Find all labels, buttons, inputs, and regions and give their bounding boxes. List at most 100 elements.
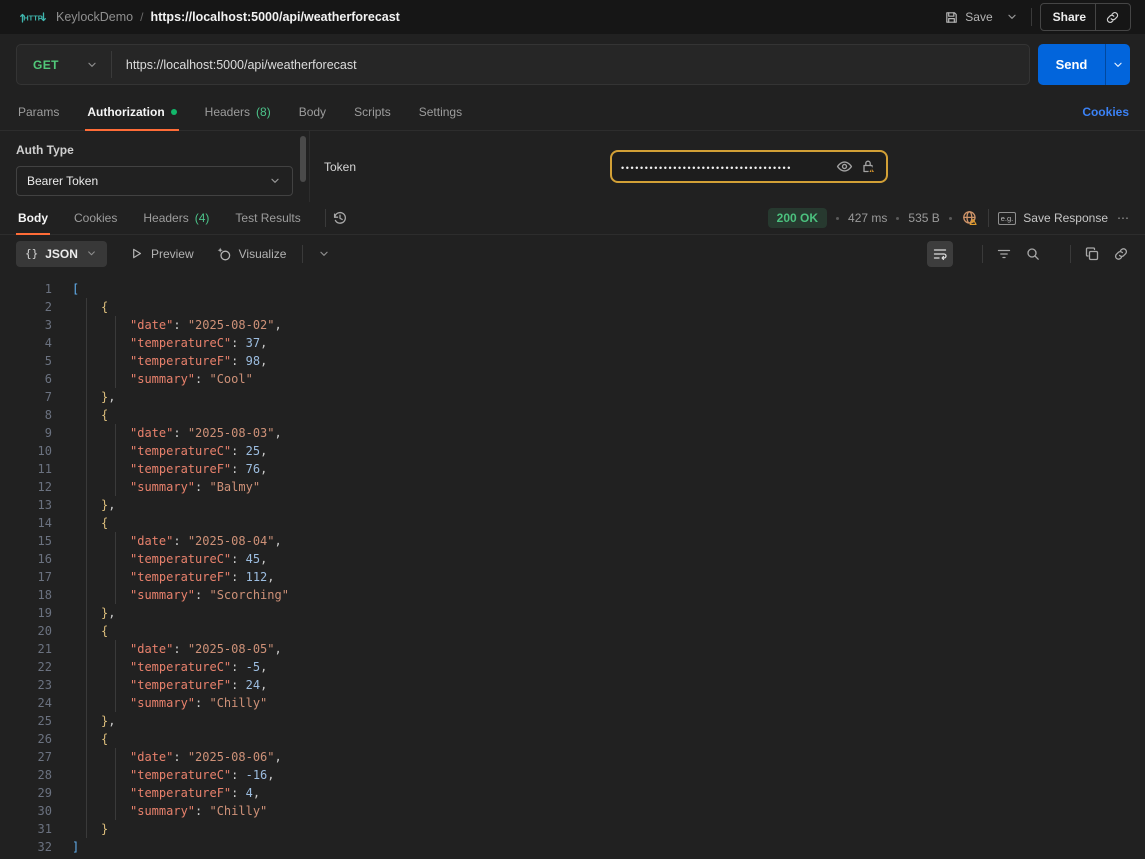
tab-params[interactable]: Params: [16, 94, 61, 130]
response-history-icon[interactable]: [332, 210, 348, 226]
token-num: -5: [246, 658, 260, 676]
line-number: 26: [18, 730, 52, 748]
send-options-button[interactable]: [1105, 44, 1130, 85]
token-key: "temperatureF": [130, 460, 231, 478]
tab-response-cookies[interactable]: Cookies: [72, 202, 119, 234]
visualize-icon: [216, 246, 232, 262]
token-input[interactable]: ••••••••••••••••••••••••••••••••••••: [610, 150, 888, 183]
token-pun: :: [195, 802, 209, 820]
response-body-viewer[interactable]: 1[2{3"date": "2025-08-02",4"temperatureC…: [0, 272, 1145, 856]
request-title[interactable]: https://localhost:5000/api/weatherforeca…: [150, 10, 399, 24]
tab-settings[interactable]: Settings: [417, 94, 464, 130]
headers-count: (8): [256, 105, 271, 119]
save-options-chevron[interactable]: [1001, 8, 1023, 26]
line-number: 20: [18, 622, 52, 640]
token-str: "2025-08-04": [188, 532, 275, 550]
indent-guide: [101, 694, 130, 712]
send-button[interactable]: Send: [1038, 44, 1105, 85]
code-line: 17"temperatureF": 112,: [18, 568, 1145, 586]
response-size[interactable]: 535 B: [908, 211, 939, 225]
status-badge[interactable]: 200 OK: [768, 208, 827, 228]
wrap-text-button[interactable]: [927, 241, 953, 267]
indent-guide: [72, 622, 101, 640]
token-pun: ,: [253, 784, 260, 802]
save-button[interactable]: Save: [944, 10, 992, 25]
indent-guide: [72, 514, 101, 532]
request-tabs: Params Authorization Headers (8) Body Sc…: [0, 94, 1145, 131]
search-icon[interactable]: [1025, 246, 1041, 262]
toolbar-icons-divider: [1070, 245, 1071, 263]
indent-guide: [101, 478, 130, 496]
more-options-icon[interactable]: ⋯: [1117, 211, 1129, 225]
line-number: 12: [18, 478, 52, 496]
token-pun: ,: [275, 748, 282, 766]
token-b2: {: [101, 406, 108, 424]
indent-guide: [72, 730, 101, 748]
indent-guide: [72, 388, 101, 406]
token-key: "temperatureF": [130, 676, 231, 694]
token-pun: :: [231, 766, 245, 784]
indent-guide: [101, 460, 130, 478]
indent-guide: [101, 766, 130, 784]
indent-guide: [101, 550, 130, 568]
indent-guide: [101, 784, 130, 802]
copy-icon[interactable]: [1084, 246, 1100, 262]
line-number: 7: [18, 388, 52, 406]
code-line: 32]: [18, 838, 1145, 856]
toolbar-icons-divider: [982, 245, 983, 263]
token-pun: :: [173, 532, 187, 550]
indent-guide: [72, 496, 101, 514]
tab-response-headers[interactable]: Headers (4): [141, 202, 211, 234]
response-time[interactable]: 427 ms: [848, 211, 887, 225]
indent-guide: [72, 802, 101, 820]
save-response-button[interactable]: e.g. Save Response: [998, 211, 1108, 225]
token-pun: :: [231, 442, 245, 460]
show-token-eye-icon[interactable]: [836, 158, 853, 175]
format-select[interactable]: {} JSON: [16, 241, 107, 267]
visualize-button[interactable]: Visualize: [216, 246, 287, 262]
preview-button[interactable]: Preview: [129, 246, 194, 261]
code-line: 6"summary": "Cool": [18, 370, 1145, 388]
token-num: 45: [246, 550, 260, 568]
url-input[interactable]: https://localhost:5000/api/weatherforeca…: [112, 58, 357, 72]
line-number: 10: [18, 442, 52, 460]
code-line: 30"summary": "Chilly": [18, 802, 1145, 820]
auth-panel-scrollbar[interactable]: [300, 136, 306, 182]
indent-guide: [101, 586, 130, 604]
line-number: 1: [18, 280, 52, 298]
indent-guide: [101, 352, 130, 370]
token-key: "date": [130, 424, 173, 442]
token-key: "temperatureF": [130, 784, 231, 802]
share-button[interactable]: Share: [1040, 3, 1131, 31]
code-line: 18"summary": "Scorching": [18, 586, 1145, 604]
share-link-icon[interactable]: [1105, 10, 1130, 25]
save-response-label: Save Response: [1023, 211, 1108, 225]
cookies-link[interactable]: Cookies: [1082, 105, 1129, 119]
tab-headers[interactable]: Headers (8): [203, 94, 273, 130]
workspace-breadcrumb[interactable]: KeylockDemo: [56, 10, 133, 24]
token-key: "temperatureC": [130, 442, 231, 460]
token-masked-value[interactable]: ••••••••••••••••••••••••••••••••••••: [621, 161, 832, 173]
tab-body[interactable]: Body: [297, 94, 328, 130]
token-str: "Balmy": [209, 478, 260, 496]
indent-guide: [72, 406, 101, 424]
ssl-warning-icon[interactable]: [961, 209, 979, 227]
token-lock-warning-icon[interactable]: [860, 158, 877, 175]
example-icon: e.g.: [998, 212, 1017, 225]
line-number: 23: [18, 676, 52, 694]
tab-authorization[interactable]: Authorization: [85, 94, 178, 130]
viewer-collapse-chevron[interactable]: [317, 247, 331, 261]
tab-test-results[interactable]: Test Results: [233, 202, 302, 234]
svg-text:HTTP: HTTP: [23, 13, 43, 22]
http-request-icon: HTTP: [20, 10, 46, 25]
link-icon[interactable]: [1113, 246, 1129, 262]
auth-type-select[interactable]: Bearer Token: [16, 166, 293, 196]
tab-response-body[interactable]: Body: [16, 202, 50, 234]
indent-guide: [72, 532, 101, 550]
token-str: "2025-08-05": [188, 640, 275, 658]
method-select[interactable]: GET: [17, 58, 111, 72]
filter-icon[interactable]: [996, 246, 1012, 262]
tab-scripts[interactable]: Scripts: [352, 94, 393, 130]
token-pun: ,: [260, 676, 267, 694]
token-pun: :: [231, 658, 245, 676]
